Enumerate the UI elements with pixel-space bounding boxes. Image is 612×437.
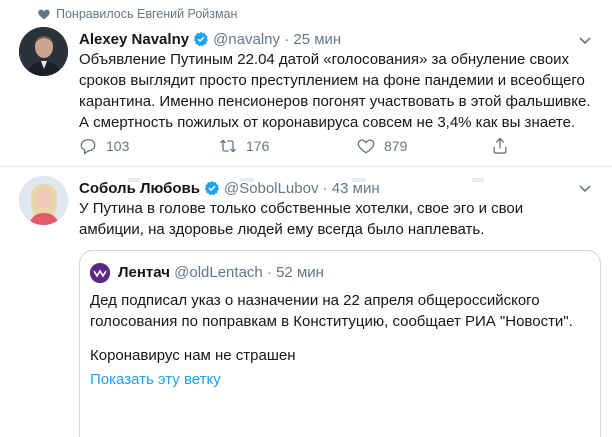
tweet-text-line: У Путина в голове только собственные хот… [79,200,524,217]
share-icon [493,137,507,154]
quoted-text-line: Коронавирус нам не страшен [90,347,296,364]
verified-badge-icon [204,181,219,196]
social-context-text: Понравилось Евгений Ройзман [56,7,238,21]
quoted-text-line: голосования по поправкам в Конституцию, … [90,313,573,330]
quoted-timestamp[interactable]: 52 мин [276,264,324,281]
social-context: Понравилось Евгений Ройзман [38,7,238,21]
tweet-text: Объявление Путиным 22.04 датой «голосова… [79,49,591,133]
timestamp[interactable]: 43 мин [332,180,380,197]
retweet-icon [219,139,237,153]
separator-dot: · [322,180,328,197]
tweet-header: Соболь Любовь @SobolLubov · 43 мин [79,180,380,197]
chevron-down-icon[interactable] [578,184,592,194]
chevron-down-icon[interactable] [578,36,592,46]
tweet-text-line: амбиции, на здоровье людей ему всегда бы… [79,221,485,238]
avatar[interactable] [19,176,68,225]
quoted-author-handle[interactable]: @oldLentach [174,264,263,281]
timestamp[interactable]: 25 мин [293,31,341,48]
tweet-header: Alexey Navalny @navalny · 25 мин [79,31,341,48]
like-button[interactable]: 879 [356,136,407,156]
reply-icon [128,178,140,182]
timeline: Понравилось Евгений Ройзман Alexey Naval… [0,0,612,437]
quoted-avatar [90,263,110,283]
share-button[interactable] [490,136,518,156]
lentach-logo-icon [90,263,110,283]
tweet-text-line: карантина. Именно пенсионеров погонят уч… [79,93,591,110]
reply-button[interactable]: 103 [78,136,129,156]
tweet-text-line: Объявление Путиным 22.04 датой «голосова… [79,51,570,68]
author-name[interactable]: Соболь Любовь [79,180,200,197]
tweet-divider [0,166,612,167]
tweet-text-line: А смертность пожилых от коронавируса сов… [79,114,576,131]
retweet-count: 176 [246,138,270,154]
quoted-text-line: Дед подписал указ о назначении на 22 апр… [90,292,540,309]
reply-icon [80,139,96,155]
retweet-button[interactable]: 176 [218,136,269,156]
separator-dot: · [266,264,272,281]
quoted-header: Лентач @oldLentach · 52 мин [118,264,324,281]
like-icon [352,178,366,182]
tweet-text: У Путина в голове только собственные хот… [79,198,523,240]
quoted-text: Дед подписал указ о назначении на 22 апр… [90,290,573,332]
avatar[interactable] [19,27,68,76]
like-icon [357,139,375,154]
author-handle[interactable]: @SobolLubov [224,180,318,197]
tweet-text-line: сроков выглядит просто преступлением на … [79,72,585,89]
verified-badge-icon [193,32,209,47]
retweet-icon [240,178,254,182]
author-handle[interactable]: @navalny [213,31,280,48]
like-count: 879 [384,138,408,154]
quoted-tweet[interactable]: Лентач @oldLentach · 52 мин Дед подписал… [79,250,601,437]
author-name[interactable]: Alexey Navalny [79,31,189,48]
reply-count: 103 [106,138,130,154]
heart-icon [38,9,50,20]
show-thread-link[interactable]: Показать эту ветку [90,371,221,388]
quoted-author-name[interactable]: Лентач [118,264,170,281]
separator-dot: · [284,31,290,48]
share-icon [472,178,484,182]
